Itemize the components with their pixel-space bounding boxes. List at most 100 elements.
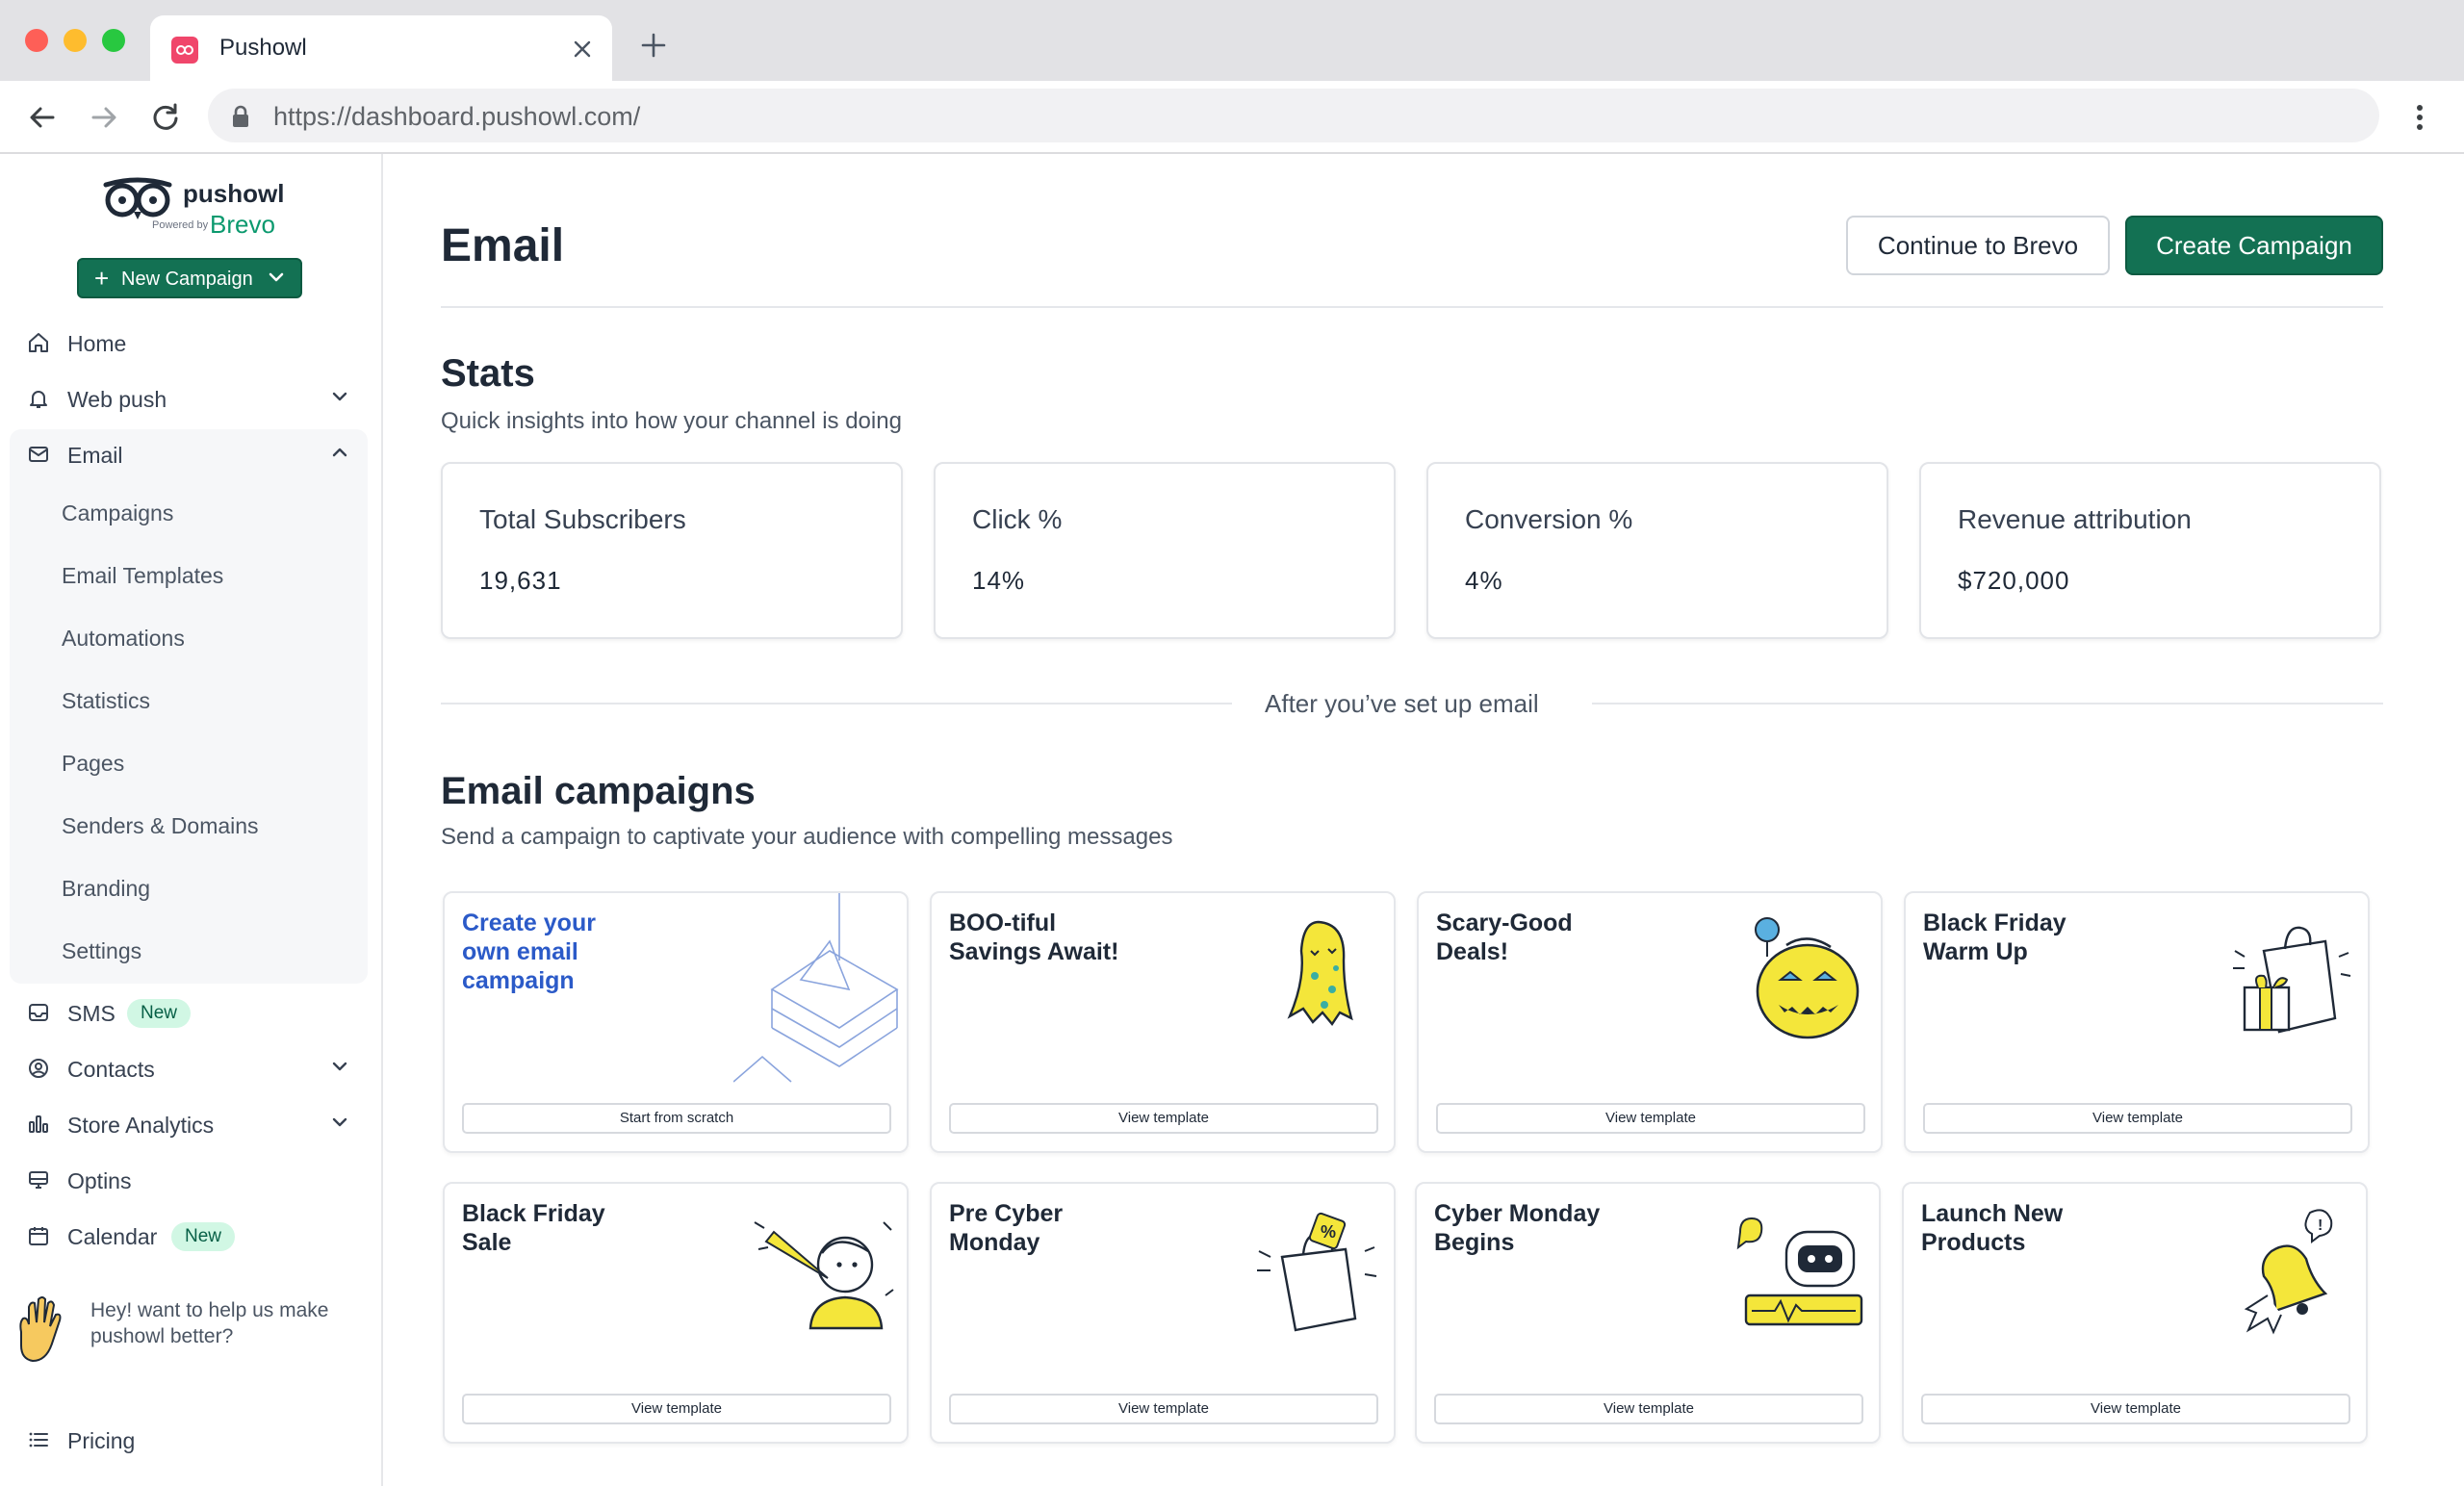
template-card-black-friday-sale[interactable]: Black Friday Sale View template: [443, 1182, 909, 1444]
new-badge: New: [127, 999, 192, 1028]
sidebar-item-sms[interactable]: SMS New: [10, 987, 366, 1038]
template-title: BOO-tiful Savings Await!: [949, 910, 1119, 965]
browser-menu-icon[interactable]: [2410, 100, 2429, 135]
sidebar-item-pricing[interactable]: Pricing: [10, 1415, 366, 1465]
minimize-window-button[interactable]: [64, 29, 87, 52]
back-arrow-icon[interactable]: [25, 100, 60, 135]
header-divider: [441, 306, 2383, 308]
url-text: https://dashboard.pushowl.com/: [273, 102, 641, 131]
logo-powered-by: Powered by: [152, 219, 209, 231]
ghost-illustration-icon: [1287, 920, 1353, 1027]
chevron-down-icon: [332, 392, 347, 401]
sidebar-item-label: Optins: [67, 1168, 132, 1193]
template-card-create-own[interactable]: Create your own email campaign Start fro…: [443, 891, 909, 1153]
sidebar-item-web-push[interactable]: Web push: [10, 373, 366, 423]
stat-card-revenue-attribution: Revenue attribution $720,000: [1919, 462, 2381, 639]
shopping-bag-discount-illustration-icon: %: [1257, 1212, 1377, 1332]
template-card-black-friday-warm-up[interactable]: Black Friday Warm Up View template: [1904, 891, 2370, 1153]
chevron-up-icon: [332, 448, 347, 457]
sidebar-subitem-automations[interactable]: Automations: [10, 610, 368, 664]
bell-announcement-illustration-icon: !: [2244, 1209, 2333, 1335]
chevron-down-icon: [269, 272, 284, 282]
new-campaign-label: New Campaign: [121, 269, 253, 290]
pushowl-favicon-icon: [171, 37, 198, 64]
subitem-label: Statistics: [62, 688, 151, 713]
sidebar-item-label: Web push: [67, 387, 167, 412]
sidebar-item-label: Home: [67, 331, 127, 356]
main-content: Email Continue to Brevo Create Campaign …: [385, 154, 2464, 1486]
sidebar-item-label: Pricing: [67, 1428, 136, 1453]
sidebar-item-optins[interactable]: Optins: [10, 1155, 366, 1205]
template-card-pre-cyber-monday[interactable]: Pre Cyber Monday % View template: [930, 1182, 1396, 1444]
sidebar-subitem-campaigns[interactable]: Campaigns: [10, 485, 368, 539]
template-title: Scary-Good Deals!: [1436, 910, 1573, 965]
new-campaign-button[interactable]: + New Campaign: [77, 258, 302, 298]
view-template-button[interactable]: View template: [949, 1394, 1378, 1424]
stat-value: 19,631: [479, 566, 562, 595]
template-card-boo-tiful[interactable]: BOO-tiful Savings Await! View template: [930, 891, 1396, 1153]
plus-icon: +: [94, 264, 110, 293]
new-tab-icon[interactable]: [639, 31, 668, 60]
subitem-label: Automations: [62, 626, 185, 651]
divider-label: After you’ve set up email: [1265, 689, 1539, 718]
stat-label: Conversion %: [1465, 504, 1633, 534]
view-template-button[interactable]: View template: [1923, 1103, 2352, 1134]
sidebar-item-email[interactable]: Email: [10, 429, 366, 479]
reload-icon[interactable]: [148, 100, 183, 135]
stats-title: Stats: [441, 352, 535, 395]
template-card-scary-good[interactable]: Scary-Good Deals! View template: [1417, 891, 1883, 1153]
party-horn-person-illustration-icon: [754, 1221, 894, 1330]
sidebar-subitem-settings[interactable]: Settings: [10, 923, 368, 977]
template-card-launch-new-products[interactable]: Launch New Products ! View template: [1902, 1182, 2368, 1444]
new-badge: New: [171, 1222, 236, 1251]
sidebar: pushowl Powered by Brevo + New Campaign …: [0, 154, 383, 1486]
sidebar-subitem-senders-domains[interactable]: Senders & Domains: [10, 798, 368, 852]
start-from-scratch-button[interactable]: Start from scratch: [462, 1103, 891, 1134]
home-icon: [29, 333, 48, 352]
subitem-label: Pages: [62, 751, 125, 776]
sidebar-item-calendar[interactable]: Calendar New: [10, 1211, 366, 1261]
feedback-prompt[interactable]: Hey! want to help us make pushowl better…: [90, 1297, 379, 1349]
subitem-label: Settings: [62, 938, 142, 963]
stat-value: $720,000: [1958, 566, 2070, 595]
sidebar-item-label: SMS: [67, 1001, 116, 1026]
inbox-icon: [29, 1004, 48, 1021]
divider-line-left: [441, 703, 1232, 705]
divider-line-right: [1592, 703, 2383, 705]
sidebar-item-store-analytics[interactable]: Store Analytics: [10, 1099, 366, 1149]
sidebar-item-contacts[interactable]: Contacts: [10, 1043, 366, 1093]
view-template-button[interactable]: View template: [1921, 1394, 2350, 1424]
logo-wordmark: pushowl: [183, 179, 285, 208]
address-bar[interactable]: https://dashboard.pushowl.com/: [208, 89, 2379, 142]
template-title: Pre Cyber Monday: [949, 1200, 1064, 1256]
robot-illustration-icon: [1736, 1217, 1863, 1326]
sidebar-subitem-branding[interactable]: Branding: [10, 860, 368, 914]
blueprint-illustration-icon: [733, 893, 899, 1083]
template-card-cyber-monday-begins[interactable]: Cyber Monday Begins View template: [1415, 1182, 1881, 1444]
stat-label: Total Subscribers: [479, 504, 686, 534]
template-title: Black Friday Warm Up: [1923, 910, 2066, 965]
maximize-window-button[interactable]: [102, 29, 125, 52]
sidebar-subitem-email-templates[interactable]: Email Templates: [10, 548, 368, 602]
browser-tab-bar: Pushowl: [0, 0, 2464, 81]
sidebar-subitem-pages[interactable]: Pages: [10, 735, 368, 789]
close-window-button[interactable]: [25, 29, 48, 52]
bar-chart-icon: [29, 1115, 48, 1133]
sidebar-item-home[interactable]: Home: [10, 318, 366, 368]
view-template-button[interactable]: View template: [462, 1394, 891, 1424]
browser-tab[interactable]: Pushowl: [150, 15, 612, 81]
forward-arrow-icon[interactable]: [87, 100, 121, 135]
view-template-button[interactable]: View template: [949, 1103, 1378, 1134]
pushowl-logo[interactable]: pushowl Powered by Brevo: [102, 166, 295, 239]
stat-value: 14%: [972, 566, 1026, 595]
page-title: Email: [441, 220, 565, 271]
view-template-button[interactable]: View template: [1434, 1394, 1863, 1424]
sidebar-subitem-statistics[interactable]: Statistics: [10, 673, 368, 727]
continue-to-brevo-button[interactable]: Continue to Brevo: [1846, 216, 2110, 275]
template-title: Black Friday Sale: [462, 1200, 605, 1256]
create-campaign-button[interactable]: Create Campaign: [2125, 216, 2383, 275]
close-tab-icon[interactable]: [570, 37, 595, 62]
logo-brevo: Brevo: [210, 210, 275, 239]
view-template-button[interactable]: View template: [1436, 1103, 1865, 1134]
user-circle-icon: [29, 1059, 48, 1078]
